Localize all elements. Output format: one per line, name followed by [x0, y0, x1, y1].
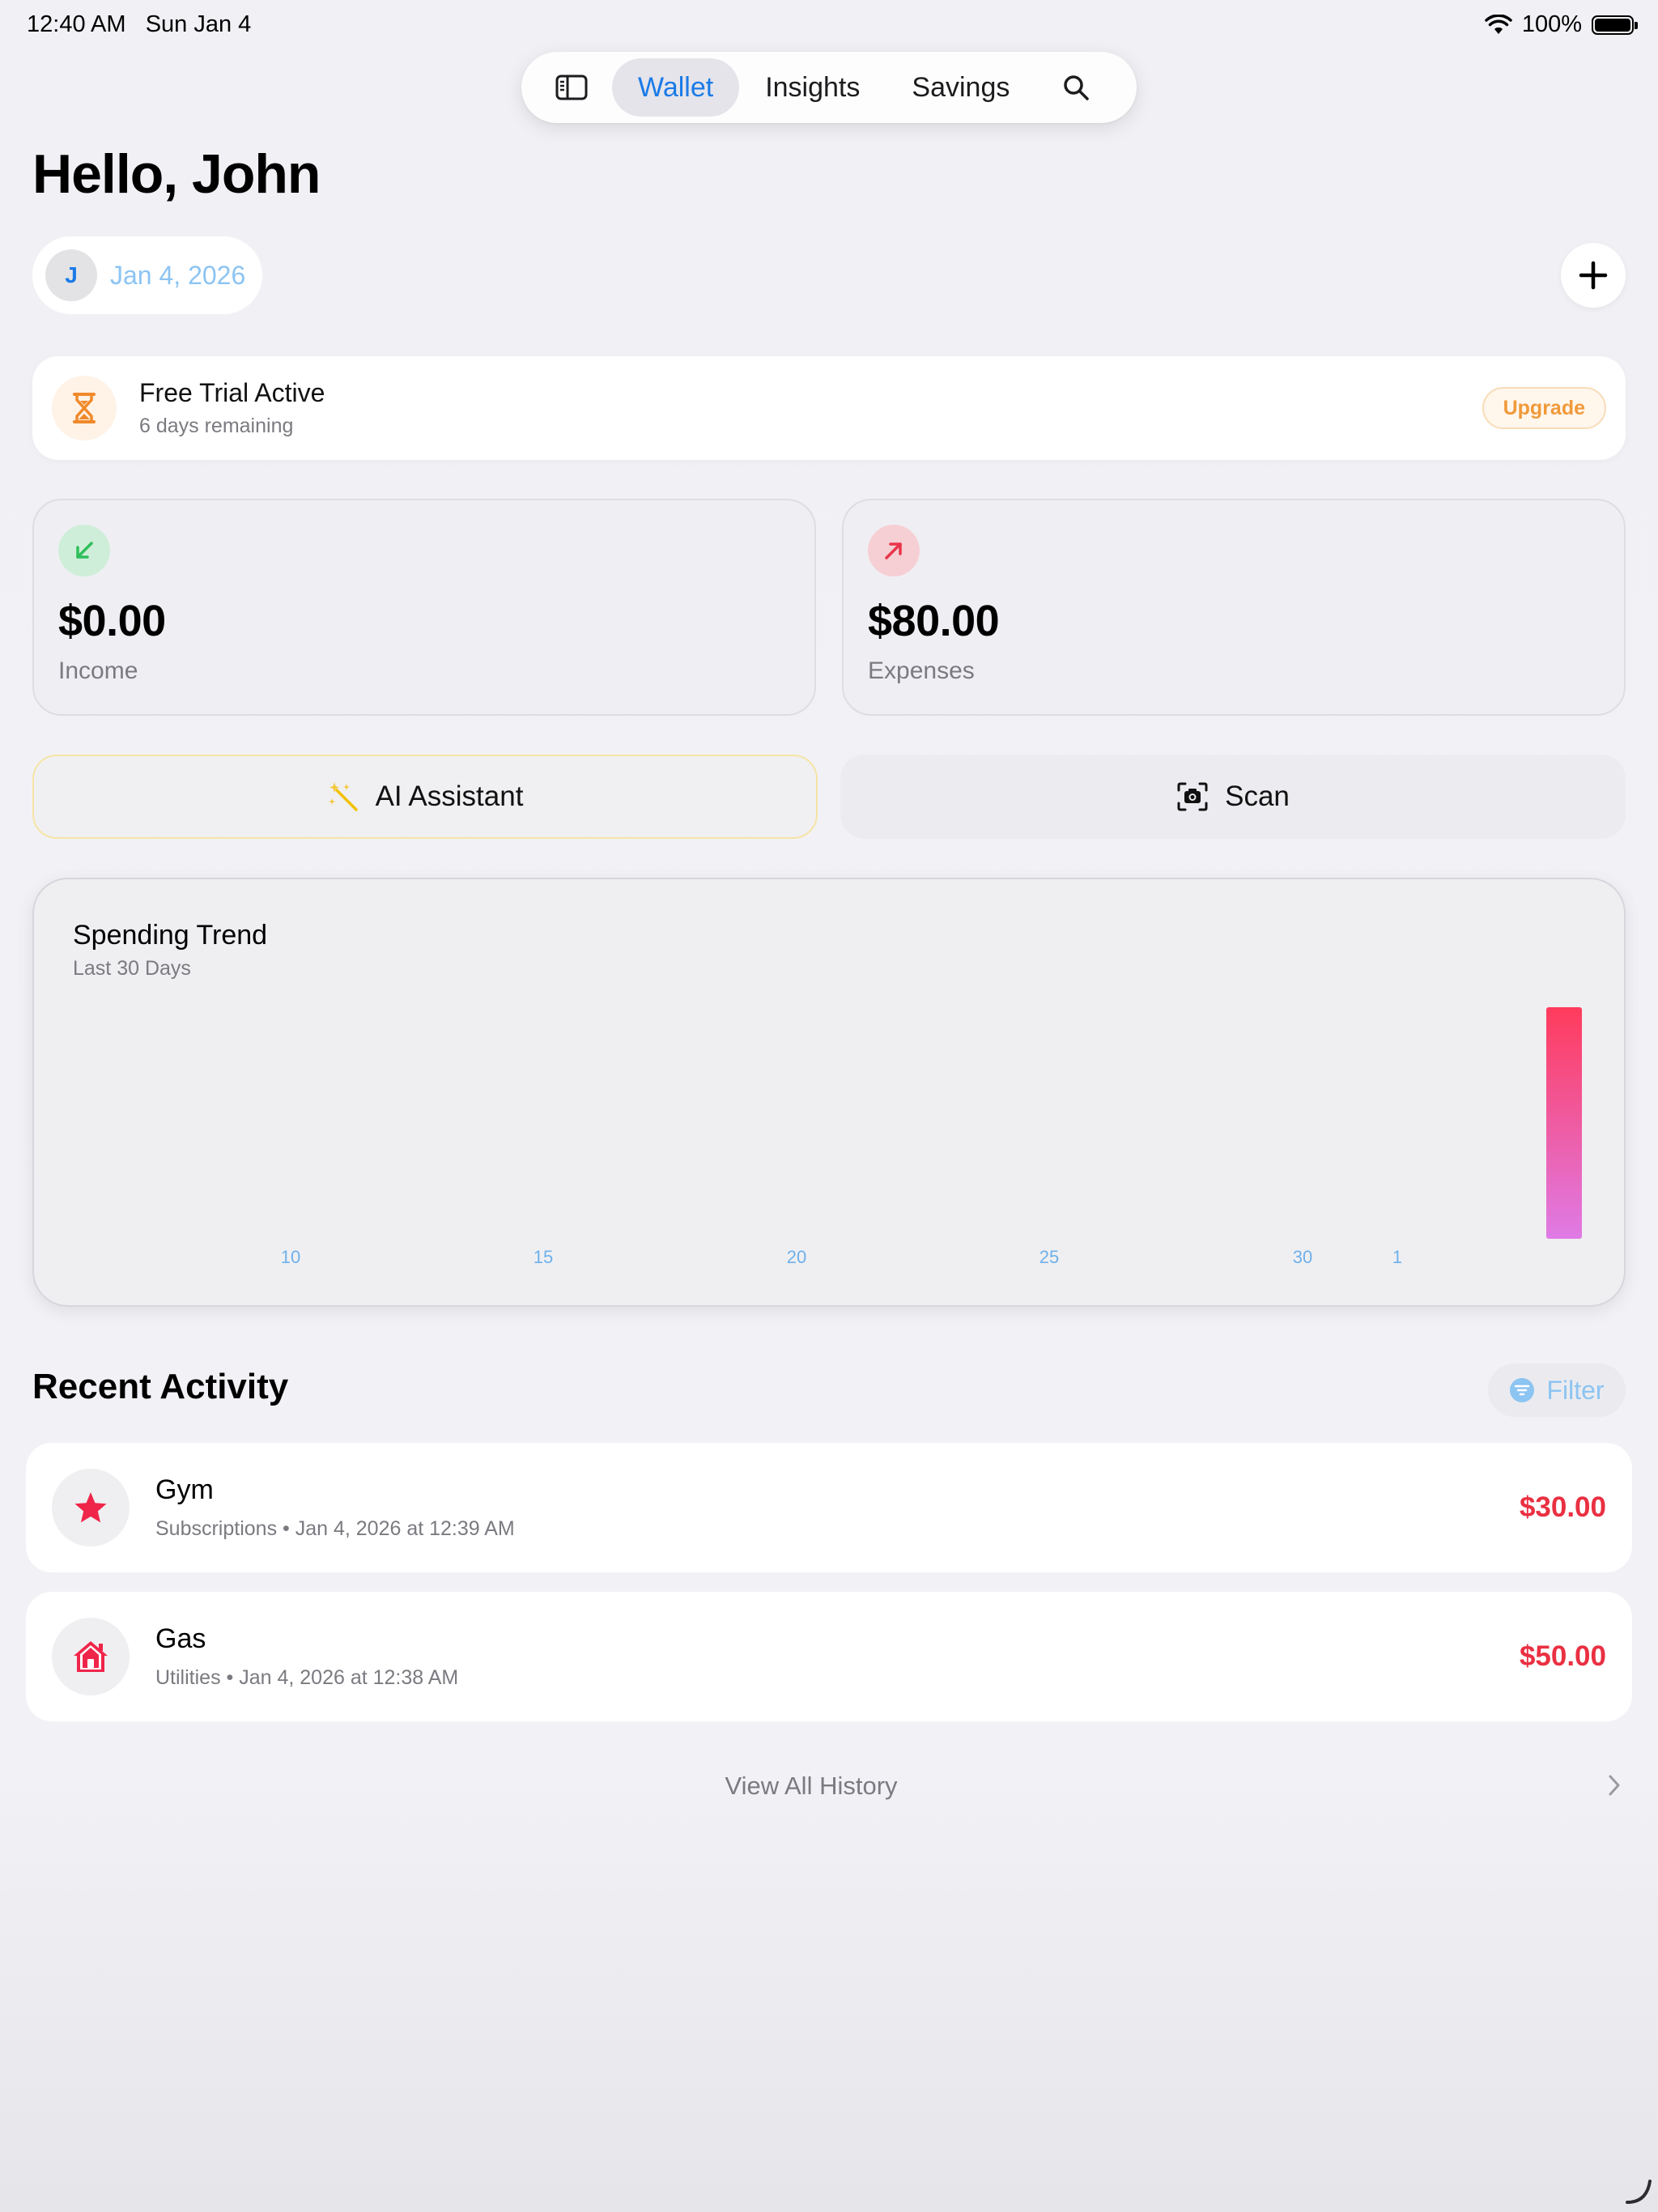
transaction-row[interactable]: Gas Utilities • Jan 4, 2026 at 12:38 AM … — [26, 1592, 1632, 1721]
star-icon — [52, 1469, 130, 1546]
income-label: Income — [58, 657, 138, 684]
spending-trend-chart: 10 15 20 25 30 1 — [281, 1007, 1582, 1267]
expenses-amount: $80.00 — [868, 597, 1000, 645]
tab-insights[interactable]: Insights — [739, 58, 886, 117]
chevron-right-icon[interactable] — [1606, 1773, 1622, 1797]
filter-icon — [1510, 1378, 1535, 1402]
ai-assistant-label: AI Assistant — [375, 781, 524, 812]
transaction-row[interactable]: Gym Subscriptions • Jan 4, 2026 at 12:39… — [26, 1443, 1632, 1572]
status-date: Sun Jan 4 — [145, 11, 252, 37]
battery-icon — [1592, 15, 1638, 35]
current-date: Jan 4, 2026 — [110, 260, 246, 290]
house-icon — [52, 1618, 130, 1695]
expenses-label: Expenses — [868, 657, 975, 684]
tab-wallet[interactable]: Wallet — [612, 58, 740, 117]
wifi-icon — [1485, 14, 1512, 34]
trial-title: Free Trial Active — [139, 378, 325, 407]
transaction-details: Gym Subscriptions • Jan 4, 2026 at 12:39… — [155, 1474, 1520, 1541]
avatar: J — [45, 249, 97, 301]
user-date-pill[interactable]: J Jan 4, 2026 — [32, 236, 262, 314]
transaction-name: Gas — [155, 1623, 206, 1654]
transaction-meta: Utilities • Jan 4, 2026 at 12:38 AM — [155, 1666, 459, 1689]
filter-label: Filter — [1546, 1375, 1605, 1405]
recent-activity-title: Recent Activity — [32, 1367, 289, 1406]
upgrade-button[interactable]: Upgrade — [1482, 387, 1606, 429]
chart-tick-label: 15 — [534, 1247, 553, 1267]
chart-tick-label: 1 — [1392, 1247, 1402, 1267]
trial-texts: Free Trial Active 6 days remaining — [139, 378, 1482, 438]
transaction-details: Gas Utilities • Jan 4, 2026 at 12:38 AM — [155, 1623, 1520, 1690]
scan-button[interactable]: Scan — [840, 755, 1626, 839]
status-time: 12:40 AM Sun Jan 4 — [27, 11, 251, 38]
expenses-card[interactable]: $80.00 Expenses — [842, 499, 1626, 716]
view-all-history-link[interactable]: View All History — [0, 1772, 1622, 1801]
search-icon — [1064, 75, 1090, 100]
ai-assistant-button[interactable]: AI Assistant — [32, 755, 818, 839]
resize-handle-icon — [1626, 2180, 1652, 2204]
transaction-meta: Subscriptions • Jan 4, 2026 at 12:39 AM — [155, 1517, 515, 1540]
income-amount: $0.00 — [58, 597, 166, 645]
transaction-amount: $50.00 — [1519, 1640, 1606, 1672]
arrow-up-right-icon — [868, 525, 920, 576]
search-button[interactable] — [1035, 58, 1116, 117]
spending-trend-card: Spending Trend Last 30 Days 10 15 20 25 30 1 — [32, 878, 1626, 1307]
chart-tick-label: 30 — [1293, 1247, 1312, 1267]
free-trial-banner: Free Trial Active 6 days remaining Upgra… — [32, 356, 1626, 460]
chart-tick-label: 10 — [281, 1247, 300, 1267]
arrow-down-left-icon — [58, 525, 110, 576]
tab-savings[interactable]: Savings — [886, 58, 1035, 117]
status-right: 100% — [1485, 11, 1638, 38]
hourglass-icon — [52, 376, 117, 440]
battery-percent: 100% — [1521, 11, 1582, 37]
chart-tick-label: 25 — [1039, 1247, 1059, 1267]
chart-bar — [1546, 1007, 1582, 1239]
add-transaction-button[interactable] — [1561, 243, 1626, 308]
income-card[interactable]: $0.00 Income — [32, 499, 816, 716]
sidebar-toggle-button[interactable] — [531, 58, 612, 117]
transaction-amount: $30.00 — [1519, 1491, 1606, 1523]
scan-label: Scan — [1225, 781, 1290, 812]
filter-button[interactable]: Filter — [1488, 1363, 1626, 1417]
camera-viewfinder-icon — [1177, 782, 1208, 811]
greeting-title: Hello, John — [32, 143, 321, 205]
sidebar-icon — [555, 74, 588, 100]
chart-tick-label: 20 — [787, 1247, 806, 1267]
trial-subtitle: 6 days remaining — [139, 415, 294, 437]
status-clock: 12:40 AM — [27, 11, 126, 37]
plus-icon — [1579, 261, 1608, 290]
magic-wand-icon — [328, 782, 358, 811]
top-navigation: Wallet Insights Savings — [521, 52, 1137, 123]
transaction-name: Gym — [155, 1474, 214, 1505]
